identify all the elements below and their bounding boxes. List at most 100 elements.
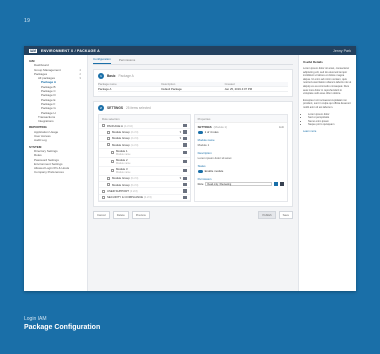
permission-select[interactable]: Read only / Reviewing: [205, 182, 272, 186]
tree-row[interactable]: SECURITY & COMPLIANCE(0 of 6): [99, 195, 190, 202]
properties-pane: Properties SETTINGS (Module 1) Edit 1 of…: [193, 114, 288, 203]
user-menu[interactable]: Jenny Park: [333, 49, 351, 53]
preview-button[interactable]: Preview: [131, 211, 150, 220]
checkbox[interactable]: [111, 151, 114, 155]
cancel-button[interactable]: Cancel: [93, 211, 110, 220]
chevron-down-icon[interactable]: ▾: [180, 130, 182, 134]
status-toggle-label: Enable module: [204, 169, 224, 173]
checkbox[interactable]: [107, 130, 110, 134]
tree-row-name: PACKAGE A: [107, 123, 123, 128]
tree-row-name: Module Group: [112, 142, 130, 147]
settings-card-header: 2 SETTINGS 25 items selected: [94, 102, 292, 114]
tree-row-label: PACKAGE A(4 of 10): [107, 124, 181, 128]
checkbox[interactable]: [107, 136, 110, 140]
checkbox[interactable]: [111, 160, 114, 164]
settings-icon[interactable]: [183, 168, 187, 173]
tree-row-label: Module 1 Module name: [116, 149, 181, 156]
role-tree-title: Role selection: [99, 115, 190, 123]
step-badge: 1: [98, 73, 104, 79]
permission-label: Permission: [197, 177, 212, 181]
checkbox[interactable]: [102, 189, 105, 193]
tree-row-detail: (1 of 4): [130, 143, 139, 147]
settings-icon[interactable]: [183, 189, 187, 193]
column-header: Package name: [98, 82, 117, 86]
table-cell: Package A: [98, 87, 112, 91]
top-bar: IAM ENVIRONMENT X / PACKAGE A Jenny Park: [24, 46, 356, 55]
settings-icon[interactable]: [183, 136, 187, 141]
delete-button[interactable]: Delete: [112, 211, 129, 220]
module-name-label: Module name: [197, 138, 215, 142]
remove-icon[interactable]: [280, 182, 284, 186]
tree-row-detail: (0 of 6): [144, 196, 152, 200]
role-tree-pane: Role selection PACKAGE A(4 of 10) Module …: [98, 114, 191, 203]
tree-row-label: Module Group(0 of 4): [112, 183, 181, 187]
settings-card: 2 SETTINGS 25 items selected Role select…: [93, 101, 293, 208]
basic-card-meta: Package A: [118, 74, 134, 78]
checkbox[interactable]: [102, 195, 105, 199]
status-toggle-row: Enable module: [197, 169, 284, 173]
app-window: IAM ENVIRONMENT X / PACKAGE A Jenny Park…: [24, 46, 356, 291]
tree-row-name: USER SUPPORT: [107, 189, 130, 194]
settings-icon[interactable]: [183, 195, 187, 200]
sidebar-item-label: Company Preferences: [34, 170, 64, 175]
toggle-icon[interactable]: [197, 130, 203, 134]
properties-heading-label: SETTINGS: [197, 125, 212, 129]
slide-caption: Login IAM Package Configuration: [24, 316, 100, 331]
settings-icon[interactable]: [183, 176, 187, 180]
caption-title: Package Configuration: [24, 324, 101, 331]
tree-row-detail: Module name: [116, 162, 131, 166]
step-badge: 2: [98, 105, 104, 111]
roles-summary: 1 of 4 roles: [197, 130, 284, 134]
table-row[interactable]: Package A Default Package Jan 25, 2019 4…: [98, 87, 288, 92]
tab-permissions[interactable]: Permissions: [119, 58, 135, 64]
checkbox[interactable]: [102, 124, 105, 128]
add-icon[interactable]: [274, 182, 278, 186]
tree-row-label: Module Group(2 of 4): [112, 136, 178, 140]
checkbox[interactable]: [107, 143, 110, 147]
tree-row[interactable]: Module 3 Module name: [99, 167, 190, 176]
help-paragraph: Excepteur sint occaecat cupidatat non pr…: [303, 98, 351, 109]
tree-row-detail: (0 of 4): [130, 177, 139, 181]
chevron-down-icon[interactable]: ▾: [180, 176, 182, 180]
sidebar-item[interactable]: Company Preferences: [29, 170, 87, 174]
app-logo[interactable]: IAM: [29, 48, 37, 53]
edit-link[interactable]: Edit: [279, 125, 284, 129]
settings-icon[interactable]: [183, 182, 187, 187]
settings-icon[interactable]: [183, 150, 187, 155]
tree-row-detail: (0 of 4): [130, 183, 139, 187]
checkbox[interactable]: [111, 169, 114, 173]
permission-row: Role Read only / Reviewing: [198, 182, 284, 186]
tab-bar: Configuration Permissions: [93, 55, 293, 65]
tree-row-detail: (4 of 10): [123, 124, 133, 128]
save-button[interactable]: Save: [278, 211, 293, 220]
publish-button[interactable]: Publish: [258, 211, 276, 220]
description-value: Lorem ipsum dolor sit amet: [197, 156, 232, 160]
help-title: Useful Details: [303, 60, 323, 64]
settings-icon[interactable]: [183, 143, 187, 147]
tree-row-name: Module Group: [112, 130, 130, 135]
settings-card-meta: 25 items selected: [125, 106, 151, 110]
sidebar-nav: IAM Dashboard Group Management 4 Packages 2 Al…: [24, 55, 88, 291]
checkbox[interactable]: [107, 176, 110, 180]
properties-title: Properties: [194, 115, 287, 123]
page-number: 19: [24, 18, 31, 24]
module-name-value: Module 1: [197, 143, 210, 147]
settings-icon[interactable]: [183, 159, 187, 164]
tree-row[interactable]: Module 2 Module name: [99, 158, 190, 167]
breadcrumb[interactable]: ENVIRONMENT X / PACKAGE A: [41, 49, 100, 53]
tree-row-label: Module Group(2 of 4): [112, 130, 178, 134]
checkbox[interactable]: [107, 183, 110, 187]
status-toggle[interactable]: [197, 169, 203, 173]
tree-row-detail: Module name: [116, 171, 131, 175]
table-cell: Default Package: [161, 87, 182, 91]
tab-configuration[interactable]: Configuration: [93, 57, 111, 64]
tree-row-name: Module Group: [112, 182, 130, 187]
help-panel: Useful Details Lorem ipsum dolor sit ame…: [298, 55, 356, 291]
learn-more-link[interactable]: Learn more: [303, 130, 316, 133]
tree-row-detail: (2 of 4): [130, 131, 139, 135]
settings-icon[interactable]: [183, 123, 187, 128]
chevron-down-icon[interactable]: ▾: [180, 136, 182, 140]
settings-icon[interactable]: [183, 130, 187, 134]
tree-row-detail: (2 of 4): [130, 137, 139, 141]
tree-row[interactable]: Module 1 Module name: [99, 149, 190, 158]
